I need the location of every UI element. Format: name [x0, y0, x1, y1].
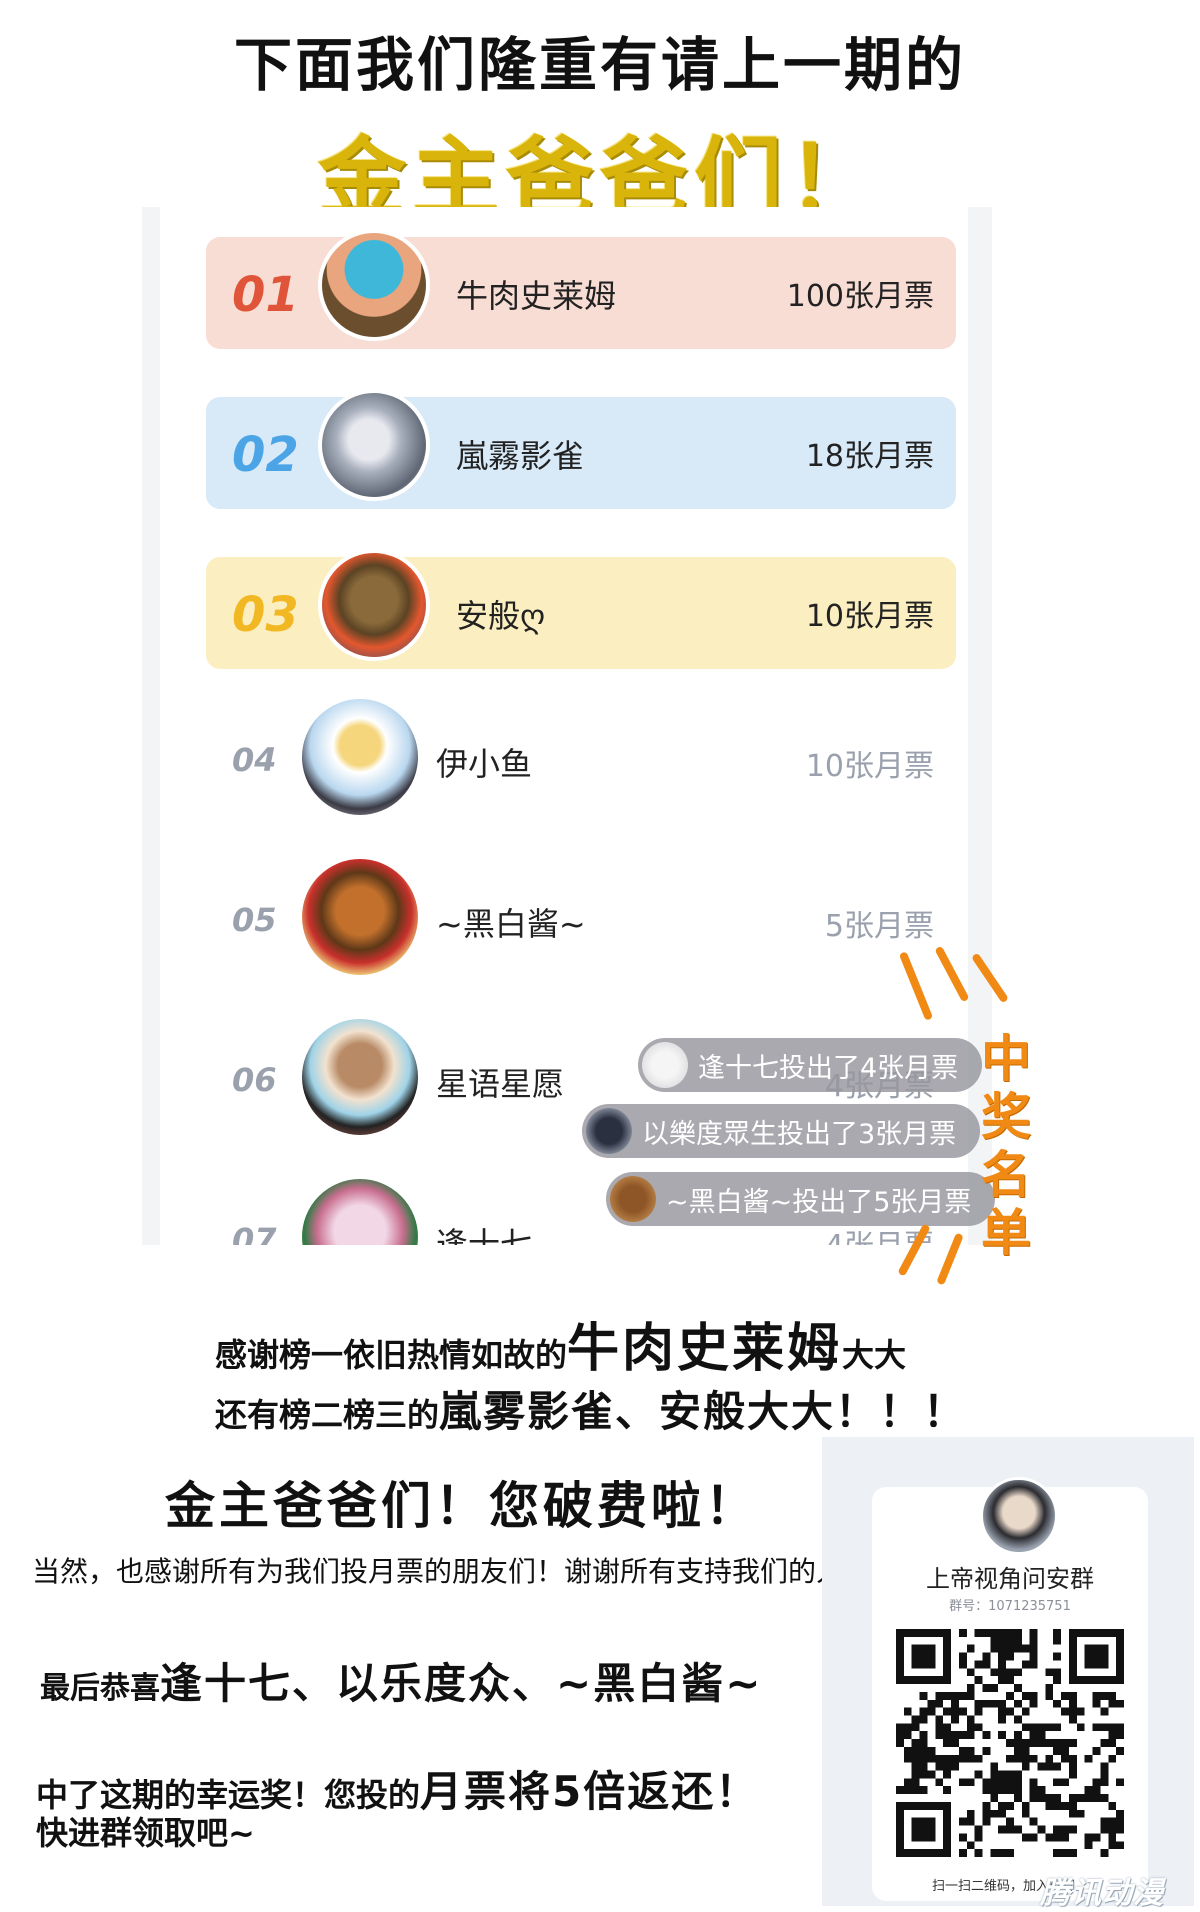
thanks-text: ！！！	[835, 1387, 968, 1436]
thanks-line-3: 金主爸爸们！您破费啦！	[165, 1477, 759, 1535]
ranking-row: 01 牛肉史莱姆 100张月票	[206, 229, 956, 349]
header-title: 下面我们隆重有请上一期的	[233, 31, 966, 99]
ranking-row: 05 ~黑白酱~ 5张月票	[206, 855, 956, 979]
supporter-name: 牛肉史莱姆	[456, 277, 617, 315]
avatar	[298, 855, 422, 979]
thanks-text: 还有榜二榜三的	[215, 1396, 440, 1434]
top-supporter-name: 牛肉史莱姆	[567, 1319, 843, 1379]
thanks-text: ！	[715, 1767, 760, 1816]
supporter-name: 安般ღ	[456, 597, 546, 635]
avatar	[318, 549, 430, 661]
supporter-name: 星语星愿	[436, 1065, 565, 1103]
watermark-logo: 腾讯动漫	[1040, 1876, 1164, 1911]
rank-number: 01	[232, 267, 299, 323]
notification-avatar	[586, 1108, 632, 1154]
rank-number: 02	[232, 427, 299, 483]
group-name: 上帝视角问安群	[926, 1565, 1094, 1593]
supporter-name: 嵐霧影雀	[456, 437, 585, 475]
avatar	[318, 389, 430, 501]
ticket-count: 10张月票	[805, 599, 934, 634]
winner-list-stamp: 中奖名单	[981, 1030, 1031, 1262]
thanks-line-1: 感谢榜一依旧热情如故的牛肉史莱姆大大	[215, 1306, 906, 1381]
prize-highlight: 月票将5倍返还	[420, 1767, 716, 1816]
vote-notification: 以樂度眾生投出了3张月票	[582, 1104, 981, 1158]
rank-number: 04	[232, 741, 277, 779]
notification-avatar	[642, 1042, 688, 1088]
qr-group-card: 上帝视角问安群 群号：1071235751 扫一扫二维码，加入群聊。	[822, 1437, 1194, 1906]
vote-notification: ~黑白酱~投出了5张月票	[606, 1172, 996, 1226]
notification-avatar	[610, 1176, 656, 1222]
supporter-name: 逢十七	[436, 1225, 533, 1245]
avatar	[298, 695, 422, 819]
thanks-line-4: 当然，也感谢所有为我们投月票的朋友们！谢谢所有支持我们的人！	[32, 1555, 873, 1588]
ranking-row: 04 伊小鱼 10张月票	[206, 695, 956, 819]
rank-number: 07	[232, 1221, 277, 1245]
ticket-count: 100张月票	[786, 279, 934, 314]
ticket-count: 10张月票	[805, 749, 934, 784]
rank-number: 06	[232, 1061, 277, 1099]
join-group-line: 快进群领取吧~	[36, 1814, 255, 1852]
ticket-count: 18张月票	[805, 439, 934, 474]
avatar	[298, 1015, 422, 1139]
qr-card: 上帝视角问安群 群号：1071235751 扫一扫二维码，加入群聊。	[872, 1477, 1148, 1901]
thanks-line-2: 还有榜二榜三的嵐雾影雀、安般大大！！！	[215, 1378, 967, 1439]
ticket-count: 5张月票	[824, 909, 934, 944]
ranking-row: 03 安般ღ 10张月票	[206, 549, 956, 669]
group-avatar	[980, 1477, 1058, 1555]
thanks-text: 大大	[842, 1336, 907, 1374]
ranking-row: 02 嵐霧影雀 18张月票	[206, 389, 956, 509]
avatar	[318, 229, 430, 341]
rank-number: 05	[232, 901, 277, 939]
rank-number: 03	[232, 587, 299, 643]
notification-text: 逢十七投出了4张月票	[698, 1052, 959, 1084]
supporter-name: ~黑白酱~	[436, 905, 586, 943]
notification-text: 以樂度眾生投出了3张月票	[642, 1118, 957, 1150]
supporter-names: 嵐雾影雀、安般大大	[439, 1387, 836, 1436]
thanks-text: 感谢榜一依旧热情如故的	[215, 1336, 568, 1374]
supporter-name: 伊小鱼	[436, 745, 533, 783]
qr-code[interactable]	[896, 1629, 1124, 1857]
congrats-line: 最后恭喜逢十七、以乐度众、~黑白酱~	[40, 1650, 762, 1711]
thanks-text: 最后恭喜	[40, 1671, 160, 1706]
notification-text: ~黑白酱~投出了5张月票	[666, 1186, 972, 1218]
winner-names: 逢十七、以乐度众、~黑白酱~	[160, 1659, 763, 1708]
group-id: 群号：1071235751	[949, 1599, 1071, 1614]
avatar	[298, 1175, 422, 1245]
vote-notification: 逢十七投出了4张月票	[638, 1038, 983, 1092]
